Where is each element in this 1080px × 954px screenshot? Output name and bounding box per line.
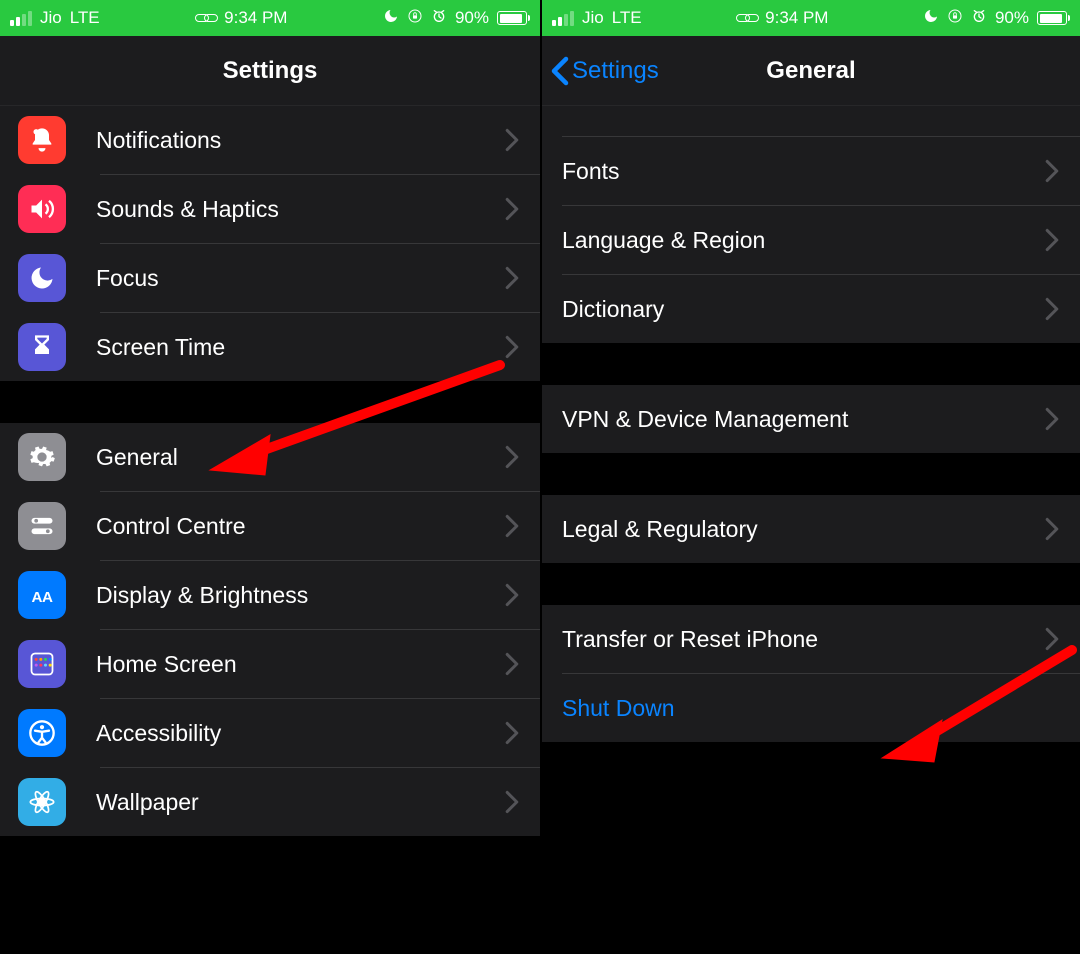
general-item-fonts[interactable]: Fonts <box>542 137 1080 205</box>
settings-item-controlcentre[interactable]: Control Centre <box>0 492 540 560</box>
chevron-right-icon <box>1044 627 1060 651</box>
clock-label: 9:34 PM <box>224 8 287 28</box>
battery-pct: 90% <box>995 8 1029 28</box>
chevron-right-icon <box>504 721 520 745</box>
back-button[interactable]: Settings <box>550 36 659 105</box>
lock-icon <box>407 8 423 29</box>
text-size-icon <box>18 571 66 619</box>
row-label: Wallpaper <box>96 789 504 816</box>
settings-item-screentime[interactable]: Screen Time <box>0 313 540 381</box>
general-item-language[interactable]: Language & Region <box>542 206 1080 274</box>
chevron-right-icon <box>504 335 520 359</box>
general-item-vpn[interactable]: VPN & Device Management <box>542 385 1080 453</box>
accessibility-icon <box>18 709 66 757</box>
toggles-icon <box>18 502 66 550</box>
row-label: Dictionary <box>562 296 1044 323</box>
row-label: Language & Region <box>562 227 1044 254</box>
back-label: Settings <box>572 57 659 85</box>
moon-icon <box>383 8 399 29</box>
general-screen: Jio LTE 9:34 PM 90% Settings General . F… <box>540 0 1080 954</box>
carrier-label: Jio <box>582 8 604 28</box>
chevron-right-icon <box>1044 297 1060 321</box>
settings-item-focus[interactable]: Focus <box>0 244 540 312</box>
settings-item-homescreen[interactable]: Home Screen <box>0 630 540 698</box>
status-bar: Jio LTE 9:34 PM 90% <box>0 0 540 36</box>
alarm-icon <box>971 8 987 29</box>
gear-icon <box>18 433 66 481</box>
row-label: Shut Down <box>562 695 1060 722</box>
nav-bar: Settings <box>0 36 540 106</box>
general-item-shutdown[interactable]: Shut Down <box>542 674 1080 742</box>
settings-item-general[interactable]: General <box>0 423 540 491</box>
settings-item-display[interactable]: Display & Brightness <box>0 561 540 629</box>
battery-icon <box>497 11 530 25</box>
general-item-reset[interactable]: Transfer or Reset iPhone <box>542 605 1080 673</box>
settings-list[interactable]: Notifications Sounds & Haptics Focus Scr… <box>0 106 540 954</box>
general-list[interactable]: . Fonts Language & Region Dictionary VPN… <box>542 106 1080 954</box>
row-label: Control Centre <box>96 513 504 540</box>
chevron-right-icon <box>1044 228 1060 252</box>
nav-bar: Settings General <box>542 36 1080 106</box>
status-bar: Jio LTE 9:34 PM 90% <box>542 0 1080 36</box>
general-item-legal[interactable]: Legal & Regulatory <box>542 495 1080 563</box>
settings-screen: Jio LTE 9:34 PM 90% Settings Notificatio… <box>0 0 540 954</box>
moon-icon <box>18 254 66 302</box>
chevron-left-icon <box>550 56 570 86</box>
settings-item-wallpaper[interactable]: Wallpaper <box>0 768 540 836</box>
row-label: Sounds & Haptics <box>96 196 504 223</box>
chevron-right-icon <box>504 583 520 607</box>
chevron-right-icon <box>504 514 520 538</box>
row-label: Transfer or Reset iPhone <box>562 626 1044 653</box>
chevron-right-icon <box>504 266 520 290</box>
chevron-right-icon <box>504 197 520 221</box>
page-title: Settings <box>223 57 318 85</box>
chevron-right-icon <box>504 445 520 469</box>
row-label: Notifications <box>96 127 504 154</box>
chevron-right-icon <box>504 652 520 676</box>
hotspot-icon <box>736 14 759 22</box>
flower-icon <box>18 778 66 826</box>
row-label: Focus <box>96 265 504 292</box>
row-label: Home Screen <box>96 651 504 678</box>
settings-item-accessibility[interactable]: Accessibility <box>0 699 540 767</box>
carrier-label: Jio <box>40 8 62 28</box>
settings-item-notifications[interactable]: Notifications <box>0 106 540 174</box>
row-label: Legal & Regulatory <box>562 516 1044 543</box>
network-label: LTE <box>70 8 100 28</box>
row-label: Accessibility <box>96 720 504 747</box>
lock-icon <box>947 8 963 29</box>
row-label: Fonts <box>562 158 1044 185</box>
page-title: General <box>766 57 855 85</box>
speaker-icon <box>18 185 66 233</box>
general-item-dictionary[interactable]: Dictionary <box>542 275 1080 343</box>
settings-item-sounds[interactable]: Sounds & Haptics <box>0 175 540 243</box>
hotspot-icon <box>195 14 218 22</box>
network-label: LTE <box>612 8 642 28</box>
signal-icon <box>10 11 32 26</box>
chevron-right-icon <box>1044 517 1060 541</box>
chevron-right-icon <box>504 128 520 152</box>
chevron-right-icon <box>1044 407 1060 431</box>
moon-icon <box>923 8 939 29</box>
row-label: General <box>96 444 504 471</box>
battery-pct: 90% <box>455 8 489 28</box>
battery-icon <box>1037 11 1070 25</box>
bell-icon <box>18 116 66 164</box>
row-label: Display & Brightness <box>96 582 504 609</box>
signal-icon <box>552 11 574 26</box>
row-label: Screen Time <box>96 334 504 361</box>
general-item-partial[interactable]: . <box>542 106 1080 136</box>
row-label: VPN & Device Management <box>562 406 1044 433</box>
app-grid-icon <box>18 640 66 688</box>
hourglass-icon <box>18 323 66 371</box>
clock-label: 9:34 PM <box>765 8 828 28</box>
alarm-icon <box>431 8 447 29</box>
chevron-right-icon <box>504 790 520 814</box>
chevron-right-icon <box>1044 159 1060 183</box>
